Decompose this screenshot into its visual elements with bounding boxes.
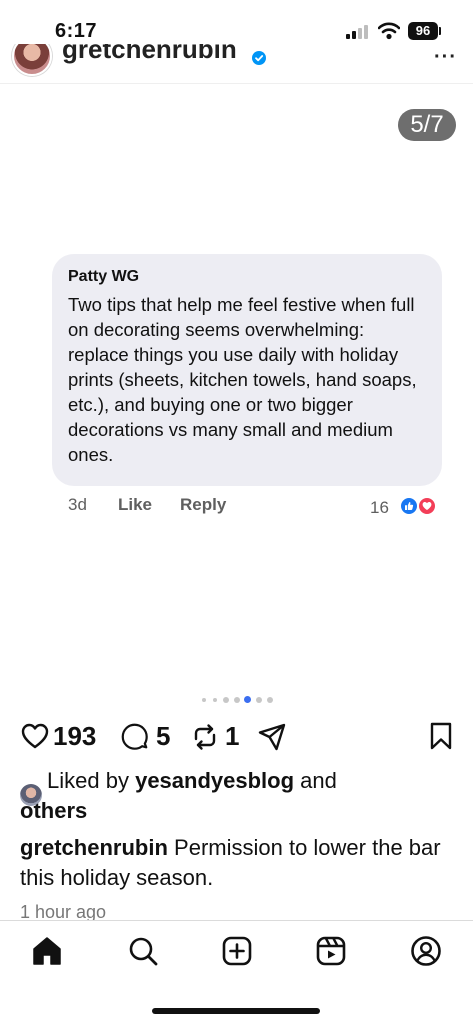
carousel-dot — [201, 697, 206, 702]
thumbs-up-reaction-icon — [399, 496, 419, 516]
action-bar: 193 5 1 — [0, 716, 473, 760]
slide-counter: 5/7 — [398, 109, 456, 141]
create-icon[interactable] — [221, 935, 253, 967]
comment-author: Patty WG — [68, 268, 140, 285]
comment-like-label: Like — [118, 495, 153, 514]
post-timestamp: 1 hour ago — [20, 902, 107, 922]
carousel-dot — [222, 696, 229, 703]
author-username[interactable]: gretchenrubin — [62, 44, 237, 65]
comment-text: Two tips that help me feel festive when … — [68, 294, 417, 465]
reaction-count: 16 — [370, 498, 389, 517]
caption: gretchenrubin Permission to lower the ba… — [20, 833, 460, 893]
battery-indicator: 96 — [408, 22, 438, 40]
wifi-icon — [378, 22, 400, 40]
liked-by-others[interactable]: others — [20, 796, 460, 826]
comment-bubble: Patty WG Two tips that help me feel fest… — [52, 254, 442, 486]
more-options-button[interactable]: ··· — [434, 46, 457, 69]
repost-count[interactable]: 1 — [225, 721, 239, 752]
liker-avatar[interactable] — [20, 784, 42, 806]
carousel-dot — [255, 696, 262, 703]
like-count[interactable]: 193 — [53, 721, 96, 752]
status-bar: 6:17 96 — [0, 0, 473, 50]
verified-badge-icon — [252, 51, 266, 65]
reels-icon[interactable] — [315, 935, 347, 967]
cellular-signal-icon — [346, 25, 372, 39]
battery-tip — [439, 27, 441, 35]
search-icon[interactable] — [127, 935, 159, 967]
comment-icon[interactable] — [120, 722, 150, 752]
home-icon[interactable] — [31, 935, 63, 967]
carousel-dot — [244, 696, 251, 703]
heart-reaction-icon — [417, 496, 437, 516]
liked-by-conjunction: and — [300, 768, 337, 793]
bottom-nav — [0, 920, 473, 1023]
reaction-icons — [399, 496, 441, 516]
heart-icon[interactable] — [20, 722, 50, 750]
post-header: gretchenrubin ··· — [0, 44, 473, 84]
author-avatar[interactable] — [12, 44, 52, 76]
post-image[interactable]: 5/7 Patty WG Two tips that help me feel … — [0, 92, 473, 692]
carousel-dot — [212, 697, 217, 702]
bookmark-icon[interactable] — [428, 721, 454, 751]
comment-reply-label: Reply — [180, 495, 227, 514]
carousel-indicator — [200, 696, 280, 704]
profile-icon[interactable] — [410, 935, 442, 967]
comment-time: 3d — [68, 495, 87, 514]
repost-icon[interactable] — [190, 722, 220, 752]
liked-by-prefix: Liked by — [47, 768, 129, 793]
liked-by-user[interactable]: yesandyesblog — [135, 768, 294, 793]
comment-count[interactable]: 5 — [156, 721, 170, 752]
home-indicator[interactable] — [152, 1008, 320, 1014]
carousel-dot — [266, 696, 273, 703]
status-time: 6:17 — [55, 20, 98, 42]
liked-by: Liked by yesandyesblog and others — [20, 766, 460, 826]
carousel-dot — [233, 696, 240, 703]
caption-username[interactable]: gretchenrubin — [20, 835, 168, 860]
share-icon[interactable] — [257, 722, 287, 752]
